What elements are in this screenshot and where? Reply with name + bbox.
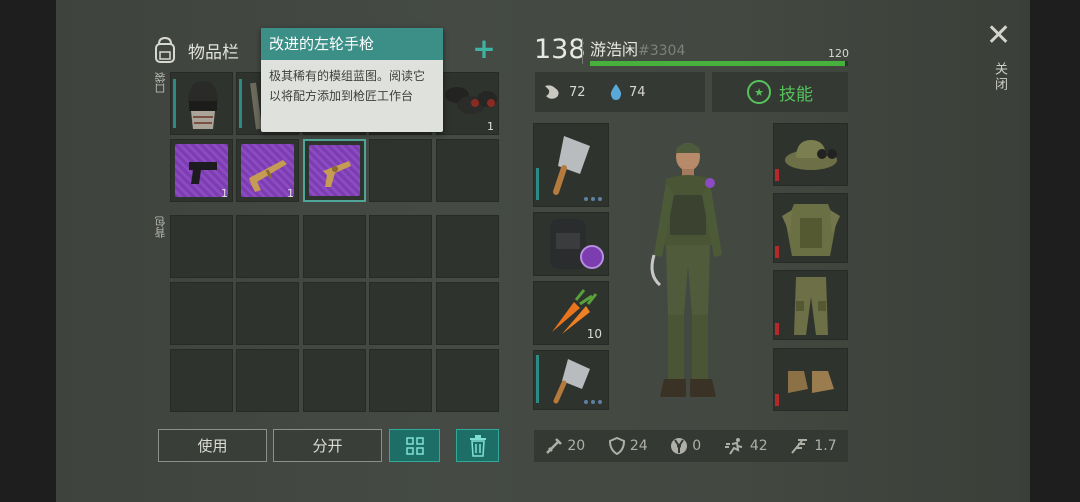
close-icon[interactable]: ✕: [986, 21, 1011, 51]
weight-stat: 1.7: [790, 437, 837, 455]
armor-slot-head[interactable]: [773, 123, 848, 186]
backpack-slot[interactable]: [170, 282, 233, 345]
header-divider: [582, 38, 583, 64]
armor-slot-feet[interactable]: [773, 348, 848, 411]
sort-button[interactable]: [389, 429, 440, 462]
xp-value: 120: [828, 47, 849, 60]
backpack-slot[interactable]: [369, 349, 432, 412]
character-stats: 20 24 0 42 1.7: [534, 430, 848, 462]
trash-icon: [469, 434, 486, 457]
backpack-slot[interactable]: [303, 349, 366, 412]
skills-label: 技能: [779, 84, 813, 105]
backpack-slot[interactable]: [303, 215, 366, 278]
backpack-label: 背包: [154, 216, 167, 238]
radiation-value: 0: [692, 438, 702, 454]
weapon-slot-secondary[interactable]: [533, 350, 609, 410]
inventory-slot-rifle-blueprint[interactable]: 1: [236, 139, 299, 202]
backpack-slot[interactable]: [236, 349, 299, 412]
boonie-hat-icon: [785, 140, 837, 170]
inventory-slot-9[interactable]: [436, 139, 499, 202]
carrot-count: 10: [586, 327, 602, 341]
shield-icon: [608, 437, 625, 455]
tooltip-description: 极其稀有的模组蓝图。阅读它以将配方添加到枪匠工作台: [269, 69, 426, 103]
split-button[interactable]: 分开: [273, 429, 382, 462]
xp-bar: [590, 61, 848, 66]
durability-dots: [584, 197, 602, 201]
backpack-slot[interactable]: [369, 215, 432, 278]
backpack-slot[interactable]: [303, 282, 366, 345]
weight-icon: [791, 439, 808, 454]
radiation-stat: 0: [670, 437, 701, 455]
item-count: 1: [487, 120, 494, 133]
item-tooltip: 改进的左轮手枪 极其稀有的模组蓝图。阅读它以将配方添加到枪匠工作台: [261, 28, 443, 132]
armor-slot-body[interactable]: [773, 193, 848, 263]
backpack-slot[interactable]: [170, 349, 233, 412]
weapon-slot-primary[interactable]: [533, 123, 609, 207]
player-name-line: 游浩闲#3304: [590, 36, 685, 60]
gas-mask-helmet-icon: [188, 81, 218, 129]
pocket-label: 口袋: [154, 72, 167, 94]
defense-stat: 24: [608, 437, 648, 455]
stomach-icon: [545, 85, 559, 99]
food-slot[interactable]: 10: [533, 281, 609, 345]
survival-stats: 72 74: [535, 72, 705, 112]
backpack-slot[interactable]: [436, 215, 499, 278]
boots-icon: [788, 371, 834, 393]
backpack-equip-slot[interactable]: [533, 212, 609, 276]
backpack-slot[interactable]: [436, 282, 499, 345]
inventory-header: 物品栏: [150, 30, 239, 70]
backpack-slot[interactable]: [369, 282, 432, 345]
speed-stat: 42: [724, 437, 768, 455]
skills-button[interactable]: ★ 技能: [712, 72, 848, 112]
item-count: 1: [221, 187, 228, 200]
backpack-slot[interactable]: [436, 349, 499, 412]
weight-value: 1.7: [814, 438, 837, 454]
backpack-slot[interactable]: [236, 282, 299, 345]
running-icon: [724, 438, 743, 455]
item-count: 1: [287, 187, 294, 200]
radiation-icon: [671, 438, 688, 454]
xp-bar-fill: [590, 61, 846, 66]
add-slot-button[interactable]: +: [470, 35, 498, 64]
tooltip-title: 改进的左轮手枪: [261, 28, 443, 60]
defense-value: 24: [629, 438, 648, 454]
water-value: 74: [629, 84, 646, 100]
player-name: 游浩闲: [590, 40, 639, 59]
inventory-slot-sacks[interactable]: 1: [436, 72, 499, 135]
camo-pants-icon: [794, 277, 828, 335]
tactical-vest-icon: [782, 204, 840, 256]
player-level: 138: [534, 34, 586, 65]
attack-value: 20: [567, 438, 586, 454]
inventory-slot-pistol-blueprint[interactable]: 1: [170, 139, 233, 202]
attack-stat: 20: [545, 437, 585, 455]
cleaver-icon: [553, 136, 590, 195]
durability-dots: [584, 400, 602, 404]
inventory-slot-revolver-blueprint[interactable]: [303, 139, 366, 202]
backpack-item-icon: [550, 219, 604, 269]
inventory-slot-helmet[interactable]: [170, 72, 233, 135]
grid-icon: [405, 436, 424, 455]
revolver-icon: [323, 161, 351, 187]
backpack-slot[interactable]: [236, 215, 299, 278]
inventory-slot-8[interactable]: [369, 139, 432, 202]
sword-icon: [546, 438, 563, 454]
speed-value: 42: [749, 438, 768, 454]
trash-button[interactable]: [456, 429, 499, 462]
backpack-icon: [155, 36, 175, 63]
food-value: 72: [569, 84, 586, 100]
star-icon: ★: [747, 80, 771, 104]
use-button[interactable]: 使用: [158, 429, 267, 462]
backpack-slot[interactable]: [170, 215, 233, 278]
armor-slot-legs[interactable]: [773, 270, 848, 340]
inventory-title: 物品栏: [188, 42, 239, 63]
player-tag: #3304: [638, 43, 686, 59]
water-drop-icon: [610, 84, 622, 100]
close-label[interactable]: 关闭: [990, 62, 1009, 92]
character-model: [650, 143, 722, 397]
